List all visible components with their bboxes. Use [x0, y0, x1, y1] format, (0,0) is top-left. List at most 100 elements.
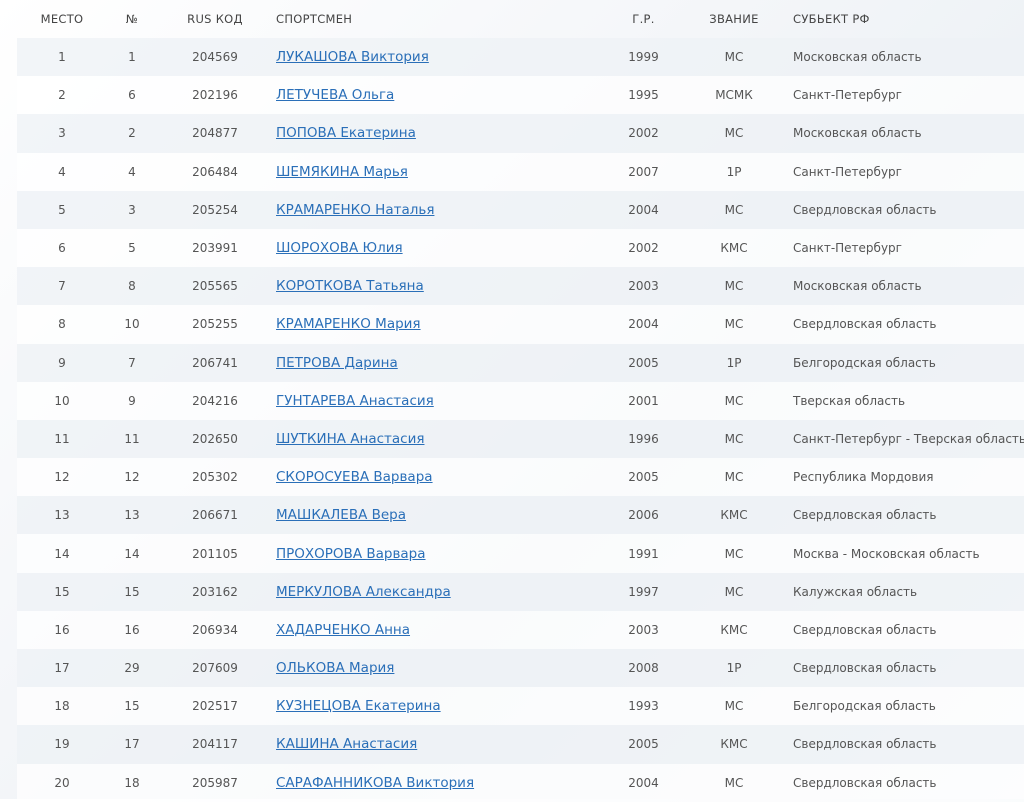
number-cell: 29	[124, 661, 140, 676]
region-cell: Свердловская область	[793, 622, 937, 637]
rus-code-cell: 205255	[192, 317, 238, 332]
rank-cell: КМС	[720, 508, 748, 523]
rus-code-cell: 202517	[192, 699, 238, 714]
number-cell: 4	[128, 164, 136, 179]
athlete-cell: СКОРОСУЕВА Варвара	[276, 469, 433, 485]
athlete-link[interactable]: МАШКАЛЕВА Вера	[276, 507, 406, 523]
athlete-link[interactable]: КАШИНА Анастасия	[276, 736, 417, 752]
place-cell: 17	[54, 661, 70, 676]
birth-year-cell: 1999	[628, 50, 659, 65]
region-cell: Свердловская область	[793, 202, 937, 217]
place-cell: 4	[58, 164, 66, 179]
header-region: СУБЬЕКТ РФ	[793, 12, 870, 26]
place-cell: 6	[58, 241, 66, 256]
region-cell: Республика Мордовия	[793, 470, 934, 485]
region-cell: Свердловская область	[793, 775, 937, 790]
athlete-cell: ХАДАРЧЕНКО Анна	[276, 622, 410, 638]
rus-code-cell: 205254	[192, 202, 238, 217]
athlete-cell: ЛУКАШОВА Виктория	[276, 49, 429, 65]
athlete-cell: ПЕТРОВА Дарина	[276, 355, 398, 371]
rus-code-cell: 205987	[192, 775, 238, 790]
athlete-cell: ШОРОХОВА Юлия	[276, 240, 403, 256]
athlete-link[interactable]: ПРОХОРОВА Варвара	[276, 546, 426, 562]
athlete-link[interactable]: МЕРКУЛОВА Александра	[276, 584, 451, 600]
birth-year-cell: 2002	[628, 241, 659, 256]
region-cell: Санкт-Петербург - Тверская область	[793, 431, 1024, 446]
region-cell: Московская область	[793, 50, 922, 65]
athlete-link[interactable]: ЛУКАШОВА Виктория	[276, 49, 429, 65]
place-cell: 10	[54, 393, 70, 408]
number-cell: 3	[128, 202, 136, 217]
region-cell: Санкт-Петербург	[793, 241, 902, 256]
athlete-link[interactable]: КУЗНЕЦОВА Екатерина	[276, 698, 441, 714]
table-row: 5 3 205254 КРАМАРЕНКО Наталья 2004 МС Свердлов…	[17, 190, 1024, 229]
athlete-link[interactable]: КОРОТКОВА Татьяна	[276, 278, 424, 294]
rus-code-cell: 204117	[192, 737, 238, 752]
athlete-cell: ГУНТАРЕВА Анастасия	[276, 393, 434, 409]
number-cell: 18	[124, 775, 140, 790]
birth-year-cell: 2005	[628, 355, 659, 370]
rus-code-cell: 205302	[192, 470, 238, 485]
region-cell: Санкт-Петербург	[793, 88, 902, 103]
athlete-link[interactable]: КРАМАРЕНКО Наталья	[276, 202, 434, 218]
rank-cell: МС	[724, 279, 744, 294]
athlete-link[interactable]: ПЕТРОВА Дарина	[276, 355, 398, 371]
rank-cell: МС	[724, 584, 744, 599]
table-row: 1 1 204569 ЛУКАШОВА Виктория 1999 МС Московска…	[17, 38, 1024, 77]
number-cell: 8	[128, 279, 136, 294]
athlete-link[interactable]: ШОРОХОВА Юлия	[276, 240, 403, 256]
rank-cell: МС	[724, 202, 744, 217]
rus-code-cell: 204216	[192, 393, 238, 408]
athlete-cell: МАШКАЛЕВА Вера	[276, 507, 406, 523]
birth-year-cell: 1995	[628, 88, 659, 103]
place-cell: 14	[54, 546, 70, 561]
region-cell: Свердловская область	[793, 661, 937, 676]
region-cell: Московская область	[793, 126, 922, 141]
number-cell: 16	[124, 622, 140, 637]
number-cell: 9	[128, 393, 136, 408]
birth-year-cell: 2007	[628, 164, 659, 179]
birth-year-cell: 1993	[628, 699, 659, 714]
number-cell: 11	[124, 431, 140, 446]
table-row: 17 29 207609 ОЛЬКОВА Мария 2008 1Р Свердловска…	[17, 649, 1024, 688]
athlete-link[interactable]: ОЛЬКОВА Мария	[276, 660, 394, 676]
place-cell: 3	[58, 126, 66, 141]
birth-year-cell: 1996	[628, 431, 659, 446]
athlete-link[interactable]: ШЕМЯКИНА Марья	[276, 164, 408, 180]
rank-cell: МСМК	[715, 88, 753, 103]
table-row: 13 13 206671 МАШКАЛЕВА Вера 2006 КМС Свердловс…	[17, 496, 1024, 535]
rus-code-cell: 202196	[192, 88, 238, 103]
athlete-link[interactable]: ГУНТАРЕВА Анастасия	[276, 393, 434, 409]
rus-code-cell: 203162	[192, 584, 238, 599]
number-cell: 6	[128, 88, 136, 103]
birth-year-cell: 2005	[628, 737, 659, 752]
header-rank: ЗВАНИЕ	[709, 12, 759, 26]
header-number: №	[125, 12, 139, 26]
results-table: МЕСТО № RUS КОД СПОРТСМЕН Г.Р. ЗВАНИЕ СУ…	[17, 0, 1024, 802]
region-cell: Московская область	[793, 279, 922, 294]
rank-cell: МС	[724, 317, 744, 332]
birth-year-cell: 2005	[628, 470, 659, 485]
table-row: 9 7 206741 ПЕТРОВА Дарина 2005 1Р Белгородская…	[17, 343, 1024, 382]
rank-cell: КМС	[720, 737, 748, 752]
place-cell: 13	[54, 508, 70, 523]
table-row: 16 16 206934 ХАДАРЧЕНКО Анна 2003 КМС Свердлов…	[17, 610, 1024, 649]
athlete-cell: КРАМАРЕНКО Наталья	[276, 202, 434, 218]
place-cell: 7	[58, 279, 66, 294]
athlete-link[interactable]: ПОПОВА Екатерина	[276, 125, 416, 141]
athlete-link[interactable]: ХАДАРЧЕНКО Анна	[276, 622, 410, 638]
number-cell: 7	[128, 355, 136, 370]
athlete-link[interactable]: КРАМАРЕНКО Мария	[276, 316, 421, 332]
athlete-cell: ШЕМЯКИНА Марья	[276, 164, 408, 180]
number-cell: 17	[124, 737, 140, 752]
table-row: 14 14 201105 ПРОХОРОВА Варвара 1991 МС Москва …	[17, 534, 1024, 573]
athlete-link[interactable]: ШУТКИНА Анастасия	[276, 431, 424, 447]
athlete-link[interactable]: САРАФАННИКОВА Виктория	[276, 775, 474, 791]
rank-cell: 1Р	[726, 355, 742, 370]
table-row: 7 8 205565 КОРОТКОВА Татьяна 2003 МС Московска…	[17, 267, 1024, 306]
header-athlete: СПОРТСМЕН	[276, 12, 353, 26]
region-cell: Белгородская область	[793, 355, 936, 370]
athlete-link[interactable]: СКОРОСУЕВА Варвара	[276, 469, 433, 485]
athlete-link[interactable]: ЛЕТУЧЕВА Ольга	[276, 87, 394, 103]
rank-cell: МС	[724, 50, 744, 65]
